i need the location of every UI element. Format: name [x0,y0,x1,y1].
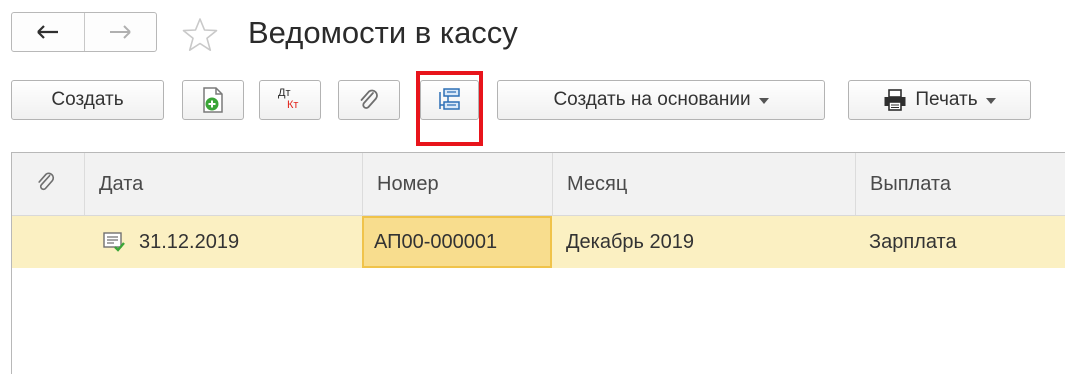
dt-kt-label-top: Дт [278,87,291,99]
arrow-left-icon [36,25,58,39]
page-title: Ведомости в кассу [248,15,518,50]
create-button[interactable]: Создать [11,80,164,120]
forward-button[interactable] [83,13,157,51]
create-based-on-button[interactable]: Создать на основании [497,80,825,120]
table-row[interactable]: 31.12.2019 АП00-000001 Декабрь 2019 Зарп… [12,216,1065,268]
attach-column-header[interactable] [12,153,84,215]
printer-icon [884,89,906,111]
back-button[interactable] [12,13,84,51]
attach-files-button[interactable] [338,80,400,120]
copy-button[interactable] [182,80,244,120]
month-cell[interactable]: Декабрь 2019 [552,216,855,268]
paperclip-icon [38,172,55,191]
create-button-label: Создать [51,89,124,110]
print-label: Печать [915,89,978,110]
chevron-down-icon [985,98,996,104]
dt-kt-button[interactable]: Дт Кт [259,80,321,120]
documents-table[interactable]: Дата Номер Месяц Выплата 31.12.2019 АП00… [11,152,1065,374]
document-add-icon [203,87,223,113]
create-based-on-label: Создать на основании [553,89,751,110]
column-header-number[interactable]: Номер [362,153,552,215]
paperclip-icon [360,89,378,109]
navigation-buttons [11,12,157,52]
column-header-date[interactable]: Дата [84,153,362,215]
payment-cell[interactable]: Зарплата [855,216,1065,268]
dt-kt-label-bottom: Кт [287,99,299,111]
dt-kt-icon: Дт Кт [275,87,305,113]
posted-document-icon [103,232,125,252]
number-cell[interactable]: АП00-000001 [362,216,552,268]
column-header-month[interactable]: Месяц [552,153,855,215]
print-button[interactable]: Печать [848,80,1031,120]
date-value: 31.12.2019 [139,231,240,253]
arrow-right-icon [110,25,131,39]
highlight-frame [416,71,483,146]
date-cell[interactable]: 31.12.2019 [84,216,362,268]
column-header-payment[interactable]: Выплата [855,153,1065,215]
chevron-down-icon [758,98,769,104]
star-outline-icon[interactable] [182,18,218,52]
table-header: Дата Номер Месяц Выплата [12,153,1065,216]
